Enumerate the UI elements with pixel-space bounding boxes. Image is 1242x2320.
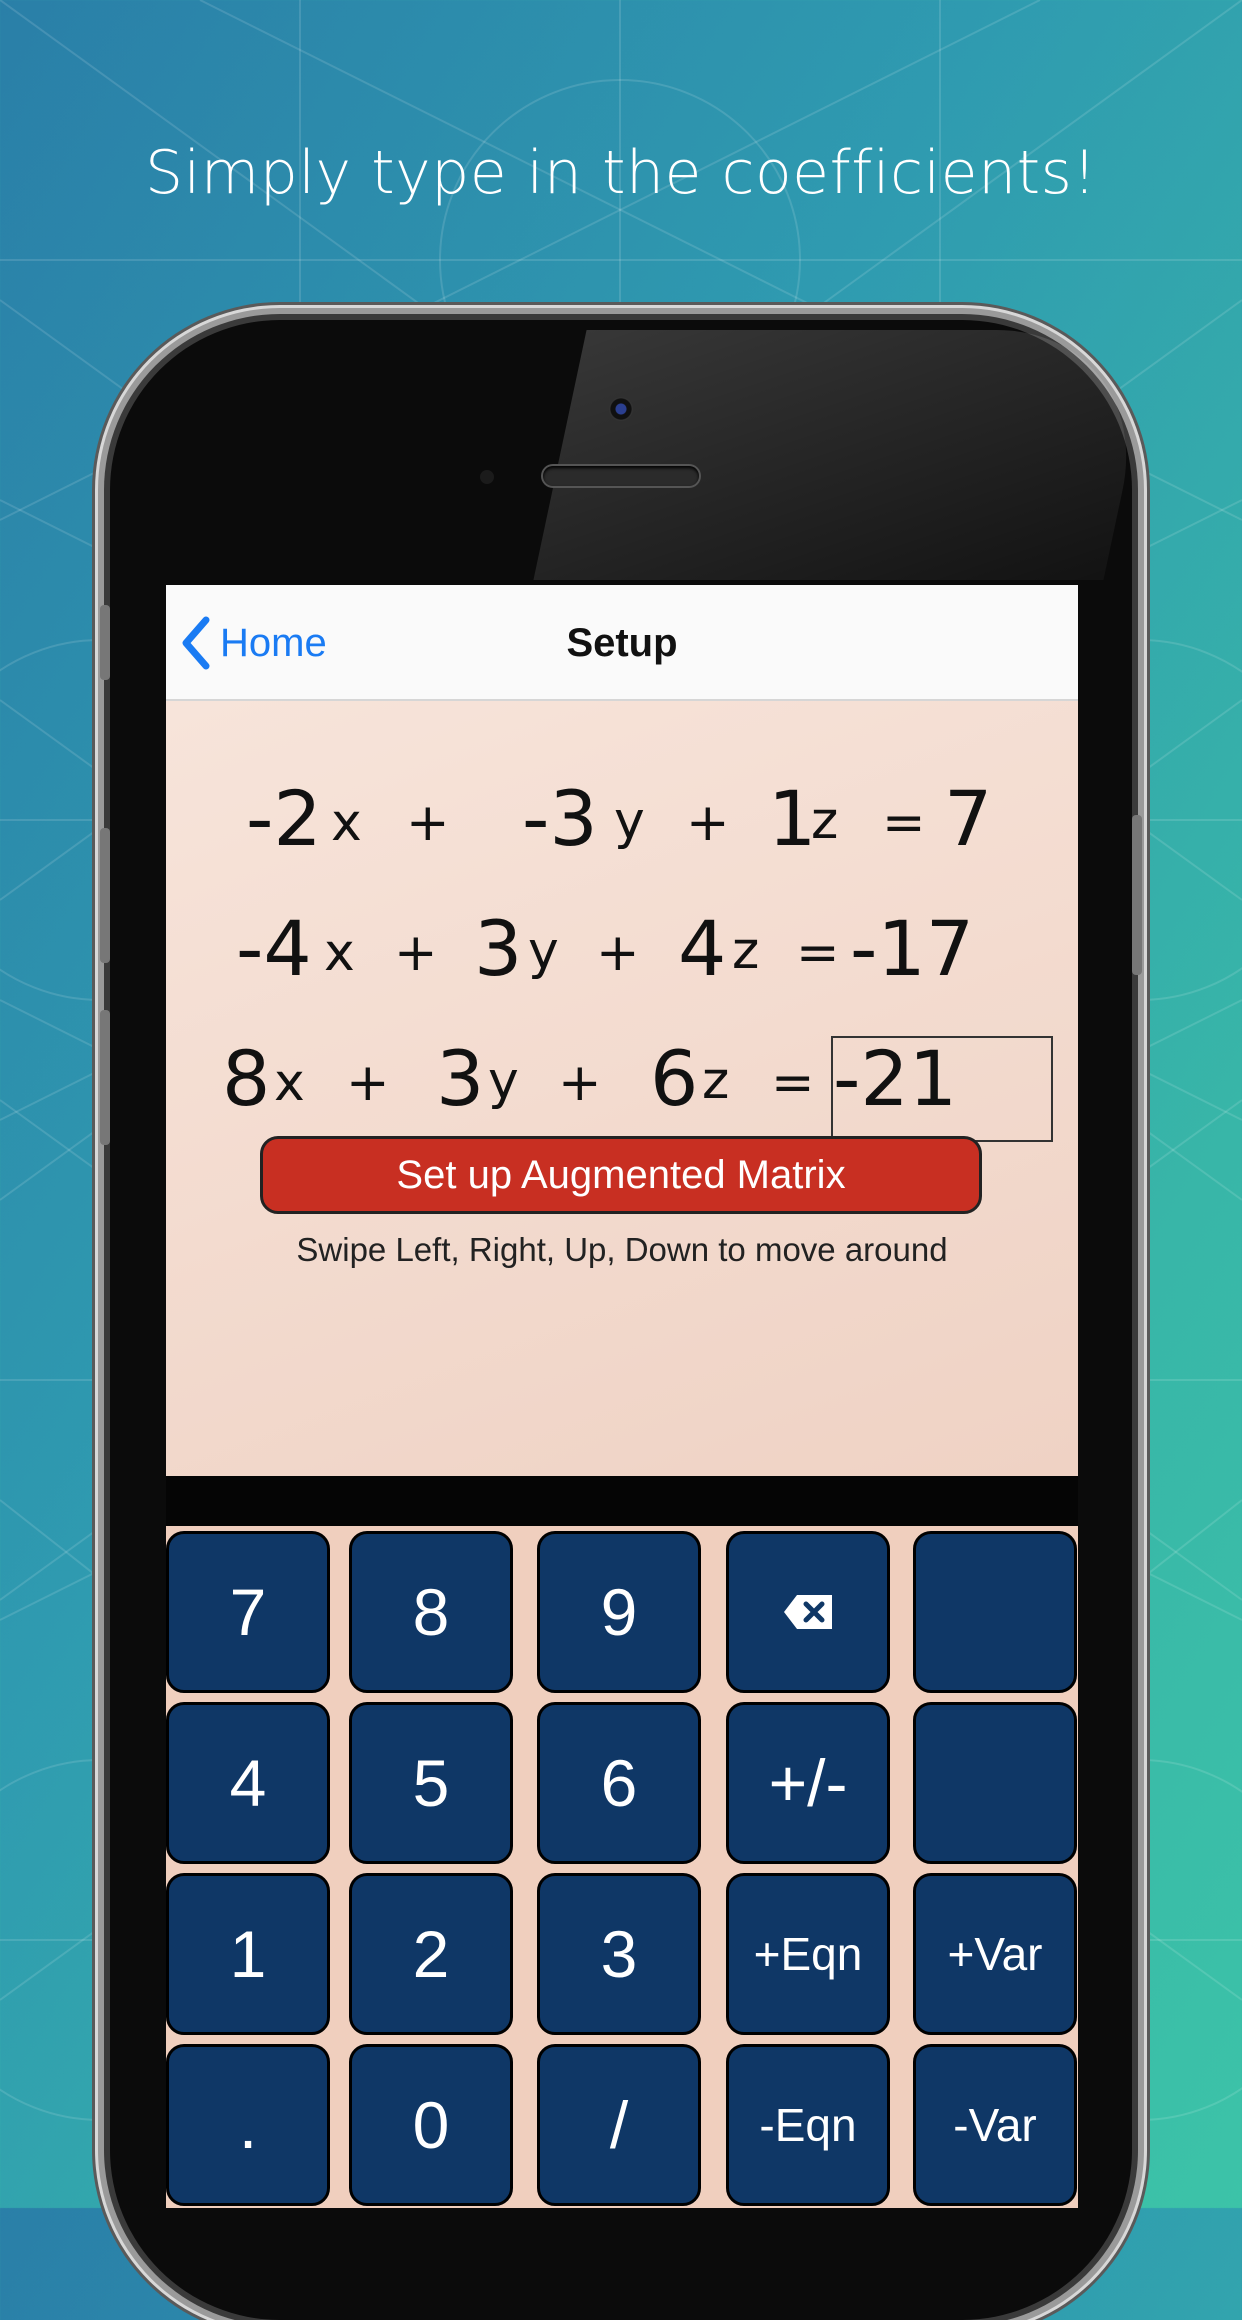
coefficient-z[interactable]: 4 [678, 911, 726, 987]
plus-sign: + [394, 923, 438, 983]
plus-sign: + [346, 1053, 390, 1113]
volume-up-button [100, 828, 110, 963]
coefficient-x[interactable]: -4 [236, 911, 312, 987]
variable-z: z [702, 1051, 730, 1111]
coefficient-x[interactable]: 8 [222, 1041, 270, 1117]
tagline: Simply type in the coefficients! [145, 138, 1097, 208]
constant-term[interactable]: -17 [850, 911, 974, 987]
volume-down-button [100, 1010, 110, 1145]
backspace-key[interactable] [726, 1531, 890, 1693]
power-button [1132, 815, 1142, 975]
swipe-hint: Swipe Left, Right, Up, Down to move arou… [296, 1231, 948, 1268]
page-title: Setup [566, 621, 678, 665]
navigation-bar: Home Setup [166, 585, 1078, 701]
equation-editor: -2 x + -3 y + 1 z = 7 -4 x + 3 y + 4 z =… [166, 701, 1078, 1476]
key-6[interactable]: 6 [537, 1702, 701, 1864]
blank-key[interactable] [913, 1531, 1077, 1693]
variable-z: z [732, 921, 760, 981]
key-3[interactable]: 3 [537, 1873, 701, 2035]
plus-sign: + [558, 1053, 602, 1113]
coefficient-z[interactable]: 6 [650, 1041, 698, 1117]
mute-switch [100, 605, 110, 680]
variable-x: x [324, 923, 355, 983]
key-8[interactable]: 8 [349, 1531, 513, 1693]
key-2[interactable]: 2 [349, 1873, 513, 2035]
key-5[interactable]: 5 [349, 1702, 513, 1864]
variable-x: x [274, 1053, 305, 1113]
plus-minus-key[interactable]: +/- [726, 1702, 890, 1864]
fraction-key[interactable]: / [537, 2044, 701, 2206]
keypad: 7 8 9 4 5 6 +/- 1 2 3 +Eqn +Var . 0 / -E… [166, 1526, 1078, 2208]
phone-screen: Home Setup -2 x + -3 y + 1 z = 7 -4 x + … [166, 585, 1078, 2208]
earpiece-speaker [543, 466, 699, 486]
backspace-icon [784, 1595, 832, 1629]
variable-y: y [528, 921, 559, 981]
equals-sign: = [771, 1053, 815, 1113]
add-variable-key[interactable]: +Var [913, 1873, 1077, 2035]
key-0[interactable]: 0 [349, 2044, 513, 2206]
remove-variable-key[interactable]: -Var [913, 2044, 1077, 2206]
variable-y: y [488, 1051, 519, 1111]
equation-row-3: 8 x + 3 y + 6 z = -21 [166, 701, 1078, 1117]
keypad-divider [166, 1476, 1078, 1526]
key-9[interactable]: 9 [537, 1531, 701, 1693]
coefficient-y[interactable]: 3 [474, 911, 522, 987]
active-cell-box[interactable] [831, 1036, 1053, 1142]
plus-sign: + [596, 923, 640, 983]
phone-gloss [533, 330, 1157, 580]
blank-key[interactable] [913, 1702, 1077, 1864]
setup-augmented-matrix-button[interactable]: Set up Augmented Matrix [260, 1136, 982, 1214]
equals-sign: = [796, 923, 840, 983]
decimal-key[interactable]: . [166, 2044, 330, 2206]
add-equation-key[interactable]: +Eqn [726, 1873, 890, 2035]
remove-equation-key[interactable]: -Eqn [726, 2044, 890, 2206]
coefficient-y[interactable]: 3 [436, 1041, 484, 1117]
front-camera [609, 397, 633, 421]
key-7[interactable]: 7 [166, 1531, 330, 1693]
key-1[interactable]: 1 [166, 1873, 330, 2035]
proximity-sensor [480, 470, 494, 484]
key-4[interactable]: 4 [166, 1702, 330, 1864]
